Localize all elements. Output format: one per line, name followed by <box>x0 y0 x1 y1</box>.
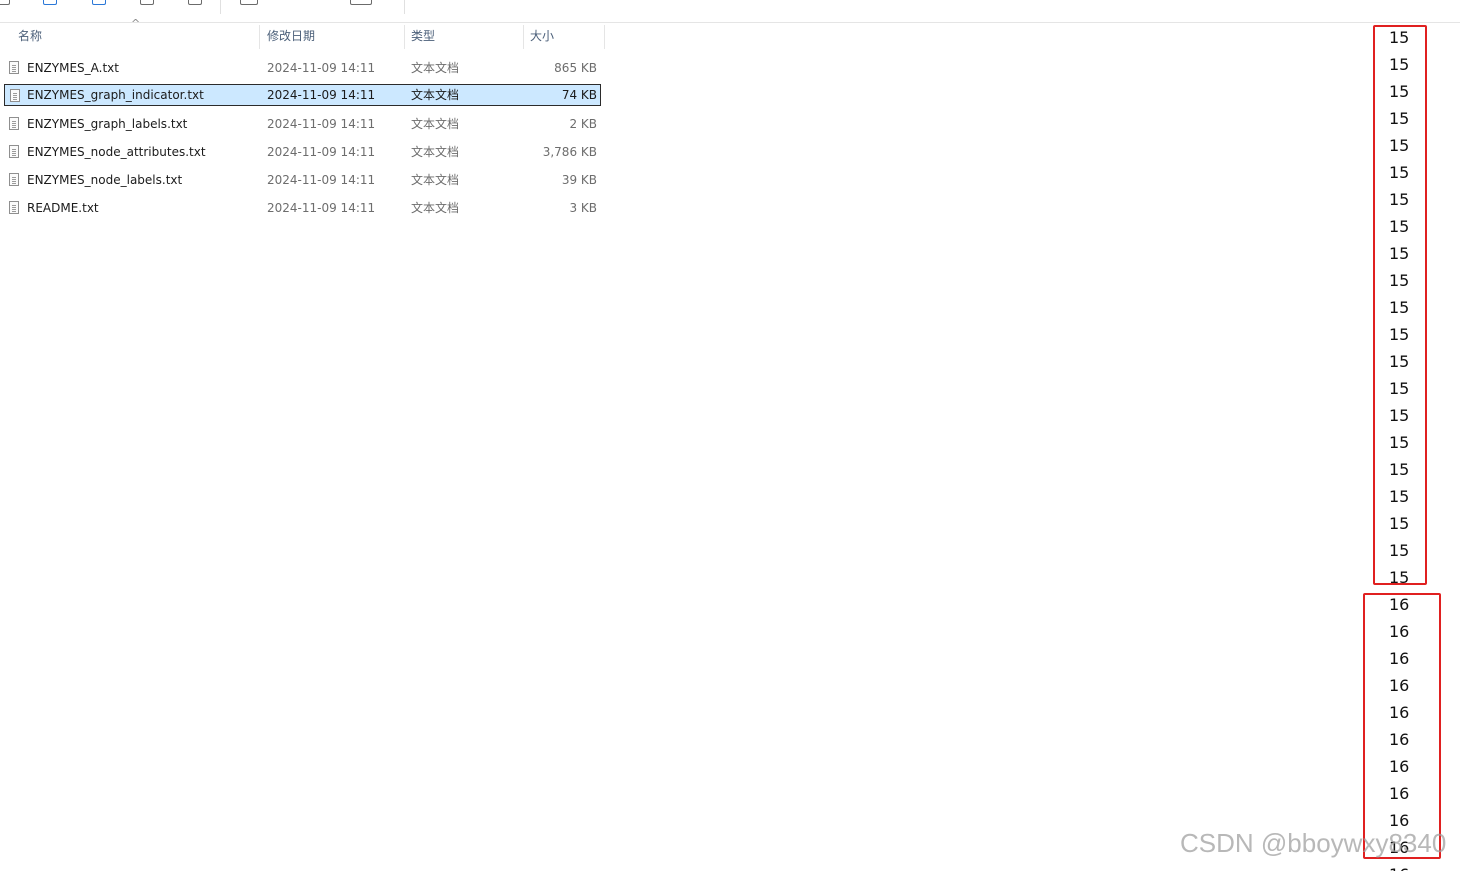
delete-icon[interactable] <box>188 0 202 5</box>
file-modified: 2024-11-09 14:11 <box>267 145 376 159</box>
file-name: README.txt <box>27 201 99 215</box>
file-modified: 2024-11-09 14:11 <box>267 173 376 187</box>
rename-icon[interactable] <box>140 0 154 5</box>
column-header-name[interactable]: 名称 <box>12 23 259 49</box>
toolbar-divider <box>404 0 405 14</box>
text-file-icon <box>10 89 20 102</box>
column-divider[interactable] <box>259 25 260 49</box>
column-header: ^ 名称 修改日期 类型 大小 <box>0 17 606 49</box>
file-modified: 2024-11-09 14:11 <box>267 117 376 131</box>
file-row[interactable]: README.txt 2024-11-09 14:11 文本文档 3 KB <box>4 197 601 219</box>
view-icon[interactable] <box>350 0 372 5</box>
column-header-type[interactable]: 类型 <box>405 23 523 49</box>
text-file-icon <box>9 61 19 74</box>
file-row-selected[interactable]: ENZYMES_graph_indicator.txt 2024-11-09 1… <box>4 84 601 106</box>
sort-icon[interactable] <box>240 0 258 5</box>
file-type: 文本文档 <box>411 145 460 159</box>
text-file-icon <box>9 117 19 130</box>
file-name: ENZYMES_node_labels.txt <box>27 173 183 187</box>
back-icon[interactable] <box>0 0 10 5</box>
watermark: CSDN @bboywxy8340 <box>1180 828 1447 858</box>
text-file-icon <box>9 201 19 214</box>
highlight-box-16 <box>1363 593 1441 859</box>
file-name: ENZYMES_graph_indicator.txt <box>27 88 204 102</box>
file-size: 865 KB <box>554 61 597 75</box>
file-size: 39 KB <box>561 173 597 187</box>
file-row[interactable]: ENZYMES_node_attributes.txt 2024-11-09 1… <box>4 141 601 163</box>
file-name: ENZYMES_A.txt <box>27 61 119 75</box>
file-size: 3 KB <box>569 201 597 215</box>
file-size: 3,786 KB <box>542 145 597 159</box>
file-type: 文本文档 <box>411 201 460 215</box>
file-type: 文本文档 <box>411 61 460 75</box>
file-modified: 2024-11-09 14:11 <box>267 61 376 75</box>
column-header-modified[interactable]: 修改日期 <box>261 23 404 49</box>
toolbar <box>0 0 1460 23</box>
column-header-size[interactable]: 大小 <box>524 23 604 49</box>
column-divider[interactable] <box>604 25 605 49</box>
text-file-icon <box>9 145 19 158</box>
toolbar-divider <box>220 0 221 14</box>
file-name: ENZYMES_node_attributes.txt <box>27 145 206 159</box>
file-size: 74 KB <box>561 88 597 102</box>
file-size: 2 KB <box>569 117 597 131</box>
copy-icon[interactable] <box>43 0 57 5</box>
file-name: ENZYMES_graph_labels.txt <box>27 117 188 131</box>
file-row[interactable]: ENZYMES_graph_labels.txt 2024-11-09 14:1… <box>4 113 601 135</box>
indicator-value: 16 <box>1389 861 1429 871</box>
file-row[interactable]: ENZYMES_A.txt 2024-11-09 14:11 文本文档 865 … <box>4 57 601 79</box>
file-modified: 2024-11-09 14:11 <box>267 88 376 102</box>
file-row[interactable]: ENZYMES_node_labels.txt 2024-11-09 14:11… <box>4 169 601 191</box>
file-type: 文本文档 <box>411 173 460 187</box>
text-file-icon <box>9 173 19 186</box>
share-icon[interactable] <box>92 0 106 5</box>
file-explorer-window: ^ 名称 修改日期 类型 大小 ENZYMES_A.txt 2024-11-09… <box>0 0 1460 871</box>
highlight-box-15 <box>1373 25 1427 585</box>
file-type: 文本文档 <box>411 88 460 102</box>
file-modified: 2024-11-09 14:11 <box>267 201 376 215</box>
file-type: 文本文档 <box>411 117 460 131</box>
